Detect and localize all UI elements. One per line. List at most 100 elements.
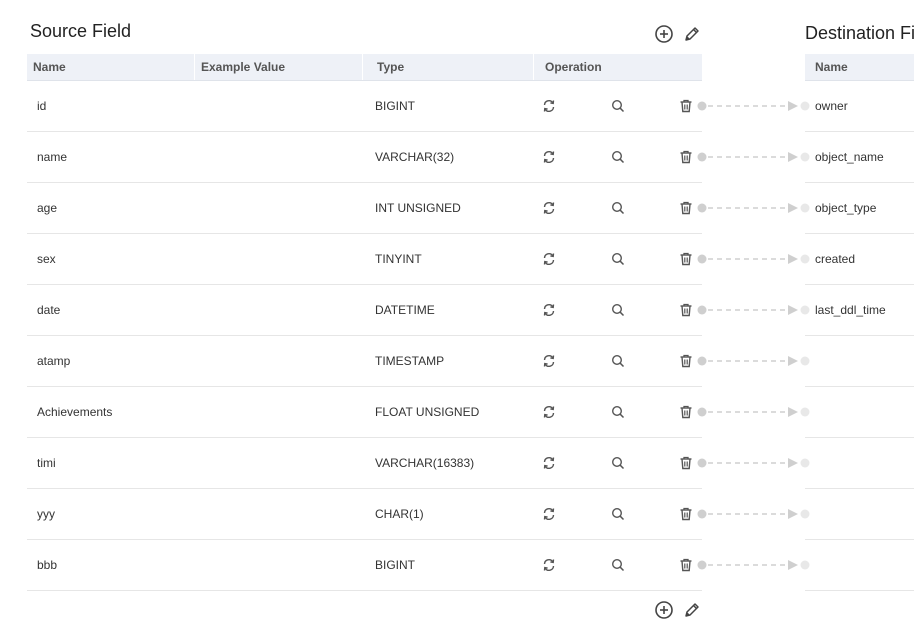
destination-table-row: owner <box>805 81 914 132</box>
field-name: timi <box>37 456 56 470</box>
search-field-button[interactable] <box>610 455 626 471</box>
add-circle-icon <box>655 25 673 43</box>
search-field-button[interactable] <box>610 506 626 522</box>
search-field-button[interactable] <box>610 302 626 318</box>
dest-column-header-name[interactable]: Name <box>809 54 914 80</box>
delete-icon <box>680 150 692 164</box>
column-header-name[interactable]: Name <box>27 54 195 80</box>
mapping-connector[interactable] <box>697 100 810 112</box>
search-field-button[interactable] <box>610 98 626 114</box>
edit-fields-button-top[interactable] <box>681 23 703 45</box>
delete-icon <box>680 252 692 266</box>
mapping-connector[interactable] <box>697 202 810 214</box>
search-icon <box>611 150 625 164</box>
destination-table-row: created <box>805 234 914 285</box>
sync-field-button[interactable] <box>541 404 557 420</box>
destination-table-row <box>805 336 914 387</box>
delete-icon <box>680 354 692 368</box>
connector-start-dot[interactable] <box>697 254 707 264</box>
sync-field-button[interactable] <box>541 200 557 216</box>
mapping-connector[interactable] <box>697 151 810 163</box>
mapping-connector[interactable] <box>697 559 810 571</box>
destination-field-title: Destination Fi <box>805 23 914 43</box>
table-row: id BIGINT <box>27 81 702 132</box>
field-name: bbb <box>37 558 58 572</box>
search-icon <box>611 558 625 572</box>
connector-start-dot[interactable] <box>697 305 707 315</box>
search-icon <box>611 405 625 419</box>
delete-field-button[interactable] <box>678 251 694 267</box>
mapping-connector[interactable] <box>697 406 810 418</box>
connector-start-dot[interactable] <box>697 101 707 111</box>
connector-start-dot[interactable] <box>697 203 707 213</box>
connector-arrow-icon <box>788 560 798 570</box>
edit-fields-button-bottom[interactable] <box>681 599 703 621</box>
field-type: FLOAT UNSIGNED <box>375 405 480 419</box>
field-name: id <box>37 99 47 113</box>
search-field-button[interactable] <box>610 149 626 165</box>
sync-field-button[interactable] <box>541 353 557 369</box>
sync-field-button[interactable] <box>541 251 557 267</box>
field-type: TIMESTAMP <box>375 354 445 368</box>
sync-field-button[interactable] <box>541 455 557 471</box>
destination-table-body: owner object_name object_type created last_d… <box>805 81 914 591</box>
delete-icon <box>680 456 692 470</box>
mapping-connector[interactable] <box>697 253 810 265</box>
column-header-type[interactable]: Type <box>363 54 534 80</box>
delete-field-button[interactable] <box>678 557 694 573</box>
delete-field-button[interactable] <box>678 302 694 318</box>
destination-field-name: created <box>815 252 856 266</box>
destination-table-row <box>805 540 914 591</box>
connector-start-dot[interactable] <box>697 152 707 162</box>
sync-field-button[interactable] <box>541 149 557 165</box>
column-header-operation[interactable]: Operation <box>534 54 702 80</box>
mapping-connector[interactable] <box>697 508 810 520</box>
table-row: age INT UNSIGNED <box>27 183 702 234</box>
destination-table-row <box>805 489 914 540</box>
search-icon <box>611 507 625 521</box>
search-field-button[interactable] <box>610 251 626 267</box>
delete-field-button[interactable] <box>678 404 694 420</box>
delete-field-button[interactable] <box>678 149 694 165</box>
connector-start-dot[interactable] <box>697 407 707 417</box>
destination-table-row: object_type <box>805 183 914 234</box>
sync-icon <box>543 457 555 469</box>
mapping-connector[interactable] <box>697 304 810 316</box>
add-field-button-bottom[interactable] <box>653 599 675 621</box>
add-field-button-top[interactable] <box>653 23 675 45</box>
connector-start-dot[interactable] <box>697 560 707 570</box>
destination-field-table: Name owner object_name object_type created l… <box>805 54 914 591</box>
field-name: age <box>37 201 58 215</box>
mapping-connector[interactable] <box>697 457 810 469</box>
search-icon <box>611 201 625 215</box>
field-type: INT UNSIGNED <box>375 201 461 215</box>
search-field-button[interactable] <box>610 200 626 216</box>
sync-icon <box>543 559 555 571</box>
delete-field-button[interactable] <box>678 455 694 471</box>
sync-field-button[interactable] <box>541 506 557 522</box>
delete-field-button[interactable] <box>678 506 694 522</box>
search-field-button[interactable] <box>610 557 626 573</box>
search-icon <box>611 456 625 470</box>
edit-pencil-icon <box>685 27 699 41</box>
search-icon <box>611 303 625 317</box>
delete-field-button[interactable] <box>678 353 694 369</box>
delete-field-button[interactable] <box>678 200 694 216</box>
connector-start-dot[interactable] <box>697 509 707 519</box>
delete-field-button[interactable] <box>678 98 694 114</box>
search-field-button[interactable] <box>610 353 626 369</box>
connector-start-dot[interactable] <box>697 458 707 468</box>
sync-field-button[interactable] <box>541 98 557 114</box>
sync-field-button[interactable] <box>541 557 557 573</box>
connector-arrow-icon <box>788 254 798 264</box>
mapping-connector[interactable] <box>697 355 810 367</box>
field-type: CHAR(1) <box>375 507 424 521</box>
sync-field-button[interactable] <box>541 302 557 318</box>
field-name: sex <box>37 252 56 266</box>
destination-field-name: object_type <box>815 201 877 215</box>
column-header-example-value[interactable]: Example Value <box>195 54 363 80</box>
connector-start-dot[interactable] <box>697 356 707 366</box>
search-field-button[interactable] <box>610 404 626 420</box>
connector-arrow-icon <box>788 101 798 111</box>
connector-arrow-icon <box>788 356 798 366</box>
